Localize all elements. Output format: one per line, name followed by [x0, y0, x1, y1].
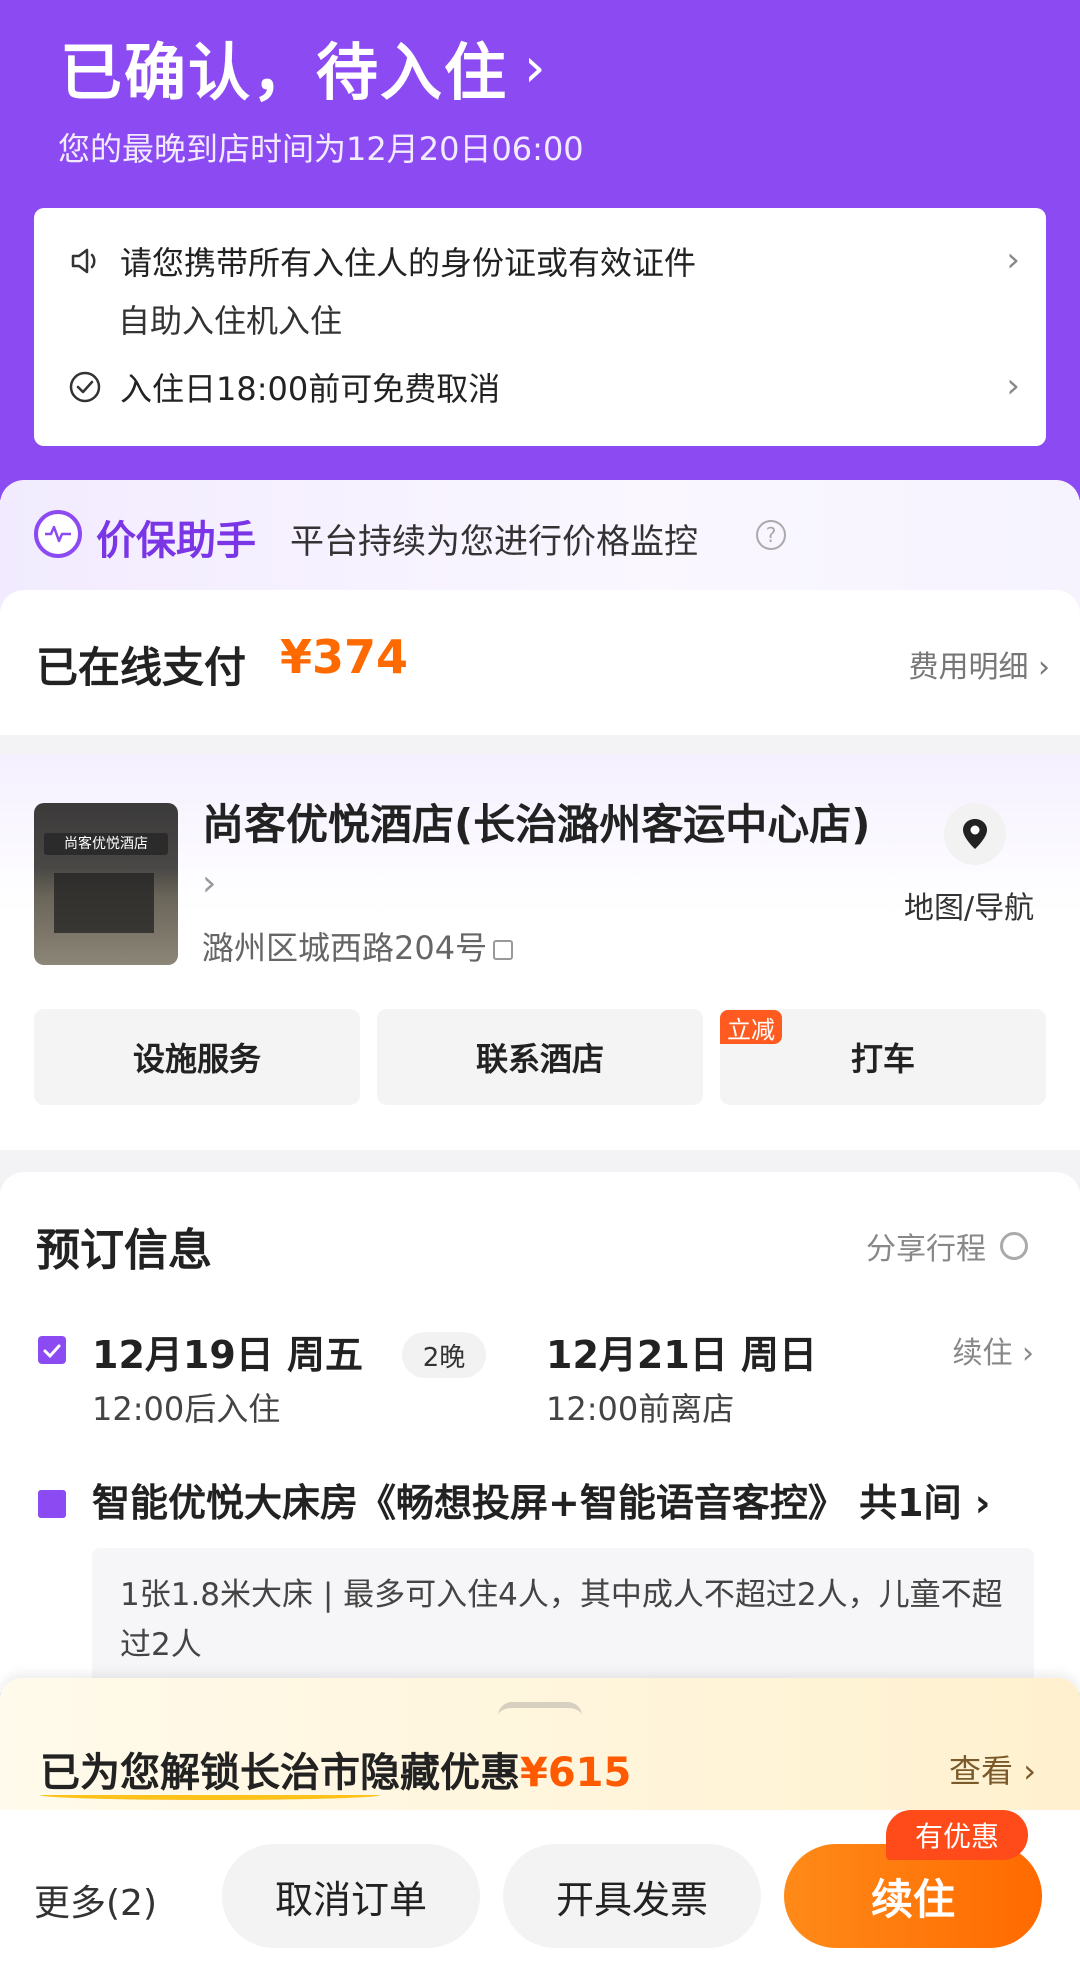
bottom-action-bar: 更多(2) 取消订单 开具发票 续住 有优惠 — [0, 1810, 1080, 1981]
room-detail: 1张1.8米大床 | 最多可入住4人，其中成人不超过2人，儿童不超过2人 — [92, 1548, 1034, 1698]
discount-badge: 立减 — [720, 1010, 782, 1044]
share-icon — [1000, 1232, 1028, 1260]
offer-badge: 有优惠 — [886, 1810, 1028, 1860]
pulse-icon — [34, 510, 82, 558]
paid-amount: ¥374 — [280, 630, 409, 684]
facilities-button[interactable]: 设施服务 — [34, 1009, 360, 1105]
checkout-date: 12月21日 周日 — [546, 1333, 817, 1377]
order-status-text: 已确认，待入住 — [60, 36, 509, 109]
map-pin-button[interactable] — [944, 803, 1006, 865]
hotel-name-link[interactable]: 尚客优悦酒店(长治潞州客运中心店) › — [202, 797, 872, 912]
price-guard-subtitle: 平台持续为您进行价格监控 — [290, 522, 698, 562]
booking-title: 预订信息 — [36, 1225, 212, 1276]
latest-arrival-time: 您的最晚到店时间为12月20日06:00 — [58, 130, 584, 168]
share-label: 分享行程 — [866, 1232, 986, 1267]
price-guard-title: 价保助手 — [96, 518, 256, 564]
building-icon — [38, 1490, 66, 1518]
map-pin-icon — [963, 819, 987, 849]
hotel-photo-door — [54, 873, 154, 933]
hotel-photo[interactable]: 尚客优悦酒店 — [34, 803, 178, 965]
share-itinerary-button[interactable]: 分享行程 — [866, 1224, 1028, 1268]
promo-underline — [40, 1790, 380, 1800]
promo-label: 已为您解锁长治市隐藏优惠 — [40, 1750, 520, 1796]
checkin-date: 12月19日 周五 — [92, 1333, 363, 1377]
chevron-right-icon: › — [1006, 240, 1020, 280]
check-circle-icon — [64, 366, 106, 408]
hotel-name: 尚客优悦酒店(长治潞州客运中心店) — [202, 800, 871, 849]
hotel-address[interactable]: 潞州区城西路204号 — [202, 923, 514, 969]
speaker-icon — [64, 240, 106, 282]
status-header: 已确认，待入住 › 您的最晚到店时间为12月20日06:00 请您携带所有入住人… — [0, 0, 1080, 500]
room-type-link[interactable]: 智能优悦大床房《畅想投屏+智能语音客控》 共1间 › — [92, 1472, 1052, 1527]
chevron-right-icon: › — [1006, 366, 1020, 406]
notice-card: 请您携带所有入住人的身份证或有效证件 自助入住机入住 › 入住日18:00前可免… — [34, 208, 1046, 446]
hotel-card: 尚客优悦酒店 尚客优悦酒店(长治潞州客运中心店) › 潞州区城西路204号 地图… — [0, 755, 1080, 1150]
invoice-button[interactable]: 开具发票 — [503, 1844, 761, 1948]
fee-detail-link[interactable]: 费用明细 › — [908, 642, 1050, 686]
promo-amount: ¥615 — [520, 1750, 632, 1796]
checkin-time: 12:00后入住 — [92, 1390, 281, 1428]
hotel-photo-sign: 尚客优悦酒店 — [44, 833, 168, 855]
chevron-right-icon: › — [202, 863, 217, 904]
cancel-policy-text: 入住日18:00前可免费取消 — [120, 370, 501, 408]
cancel-policy-row[interactable]: 入住日18:00前可免费取消 — [64, 364, 500, 410]
chevron-right-icon: › — [524, 35, 548, 99]
drag-handle-icon[interactable] — [498, 1702, 582, 1716]
checkout-time: 12:00前离店 — [546, 1390, 735, 1428]
hotel-address-text: 潞州区城西路204号 — [202, 929, 488, 967]
cancel-order-button[interactable]: 取消订单 — [222, 1844, 480, 1948]
id-notice-text: 请您携带所有入住人的身份证或有效证件 — [120, 244, 697, 282]
help-icon[interactable]: ? — [756, 520, 786, 550]
booking-info-card: 预订信息 分享行程 12月19日 周五 12:00后入住 2晚 12月21日 周… — [0, 1172, 1080, 1698]
order-status-title[interactable]: 已确认，待入住 › — [60, 22, 548, 112]
payment-card: 已在线支付 ¥374 费用明细 › — [0, 590, 1080, 735]
extend-stay-link[interactable]: 续住 › — [952, 1328, 1034, 1372]
copy-icon[interactable] — [493, 940, 514, 960]
hidden-discount-banner[interactable]: 已为您解锁长治市隐藏优惠¥615 查看 › — [0, 1678, 1080, 1813]
paid-label: 已在线支付 — [36, 643, 247, 692]
promo-text: 已为您解锁长治市隐藏优惠¥615 — [40, 1740, 631, 1798]
id-notice-row[interactable]: 请您携带所有入住人的身份证或有效证件 — [64, 238, 696, 284]
calendar-icon — [38, 1336, 66, 1364]
view-promo-link[interactable]: 查看 › — [949, 1746, 1036, 1792]
contact-hotel-button[interactable]: 联系酒店 — [377, 1009, 703, 1105]
map-nav-label[interactable]: 地图/导航 — [904, 883, 1034, 927]
self-checkin-text: 自助入住机入住 — [118, 302, 343, 340]
nights-badge: 2晚 — [402, 1332, 486, 1378]
more-button[interactable]: 更多(2) — [34, 1874, 157, 1926]
